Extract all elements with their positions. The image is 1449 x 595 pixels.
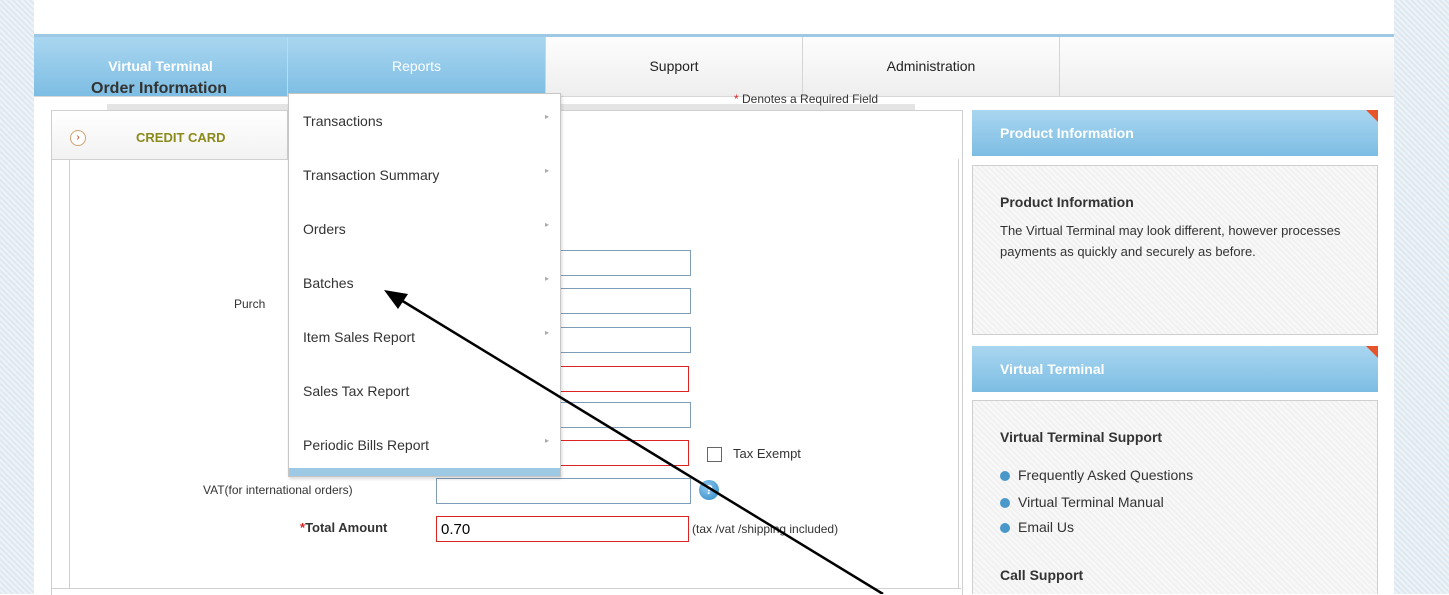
menu-item-periodic-bills-report[interactable]: Periodic Bills Report ▸ <box>289 418 560 472</box>
vat-input[interactable] <box>436 478 691 504</box>
required-note-text: Denotes a Required Field <box>742 92 879 106</box>
virtual-terminal-header: Virtual Terminal <box>972 346 1378 392</box>
main-nav: Virtual Terminal Reports Support Adminis… <box>34 34 1394 97</box>
tab-administration[interactable]: Administration <box>803 37 1060 96</box>
required-star: * <box>734 92 739 106</box>
submenu-arrow-icon: ▸ <box>545 436 550 445</box>
virtual-terminal-support-title: Virtual Terminal Support <box>1000 429 1163 445</box>
submenu-arrow-icon: ▸ <box>545 274 550 283</box>
menu-item-transactions[interactable]: Transactions ▸ <box>289 94 560 148</box>
menu-item-label: Sales Tax Report <box>303 383 410 399</box>
link-label: Virtual Terminal Manual <box>1018 494 1164 510</box>
arrow-bullet-icon <box>1000 471 1010 482</box>
total-amount-input[interactable] <box>436 516 689 542</box>
menu-item-transaction-summary[interactable]: Transaction Summary ▸ <box>289 148 560 202</box>
total-amount-label: *Total Amount <box>300 520 387 535</box>
menu-item-label: Batches <box>303 275 354 291</box>
virtual-terminal-header-text: Virtual Terminal <box>1000 361 1105 377</box>
submenu-arrow-icon: ▸ <box>545 220 550 229</box>
tab-label: Administration <box>886 58 976 74</box>
link-faq[interactable]: Frequently Asked Questions <box>1000 467 1193 483</box>
menu-item-label: Periodic Bills Report <box>303 437 430 453</box>
link-email-us[interactable]: Email Us <box>1000 519 1074 535</box>
tab-reports[interactable]: Reports <box>288 37 546 96</box>
help-icon[interactable]: ? <box>699 480 719 500</box>
total-amount-text: Total Amount <box>305 520 388 535</box>
arrow-bullet-icon <box>1000 523 1010 534</box>
order-information-title: Order Information <box>91 80 228 97</box>
menu-item-batches[interactable]: Batches ▸ <box>289 256 560 310</box>
arrow-bullet-icon <box>1000 498 1010 509</box>
total-amount-note: (tax /vat /shipping included) <box>692 522 839 536</box>
corner-accent <box>1366 346 1378 358</box>
menu-item-label: Orders <box>303 221 346 237</box>
chevron-right-icon: › <box>70 130 86 146</box>
vat-label: VAT(for international orders) <box>203 483 353 497</box>
menu-item-label: Transaction Summary <box>303 167 440 183</box>
link-label: Email Us <box>1018 519 1075 535</box>
submenu-arrow-icon: ▸ <box>545 166 550 175</box>
dropdown-footer <box>289 468 560 476</box>
required-field-note: * Denotes a Required Field <box>734 92 878 106</box>
right-background-stripe <box>1393 0 1449 594</box>
menu-item-label: Transactions <box>303 113 383 129</box>
payment-tab-label: CREDIT CARD <box>136 130 226 145</box>
reports-dropdown-menu: Transactions ▸ Transaction Summary ▸ Order… <box>288 93 561 477</box>
product-information-header: Product Information <box>972 110 1378 156</box>
virtual-terminal-box: Virtual Terminal Support Frequently Aske… <box>972 400 1378 594</box>
product-information-text: The Virtual Terminal may look different,… <box>1000 223 1341 259</box>
menu-item-orders[interactable]: Orders ▸ <box>289 202 560 256</box>
corner-accent <box>1366 110 1378 122</box>
left-background-stripe <box>0 0 34 594</box>
payment-tab-credit-card[interactable]: › CREDIT CARD <box>52 111 288 160</box>
tax-exempt-label: Tax Exempt <box>733 446 801 461</box>
tax-exempt-checkbox[interactable] <box>707 447 722 462</box>
tab-label: Support <box>649 58 699 74</box>
product-information-header-text: Product Information <box>1000 125 1134 141</box>
product-information-title: Product Information <box>1000 194 1134 210</box>
tab-label: Reports <box>391 58 442 74</box>
purchase-order-label: Purch <box>234 297 266 311</box>
menu-item-label: Item Sales Report <box>303 329 416 345</box>
tab-label: Virtual Terminal <box>108 58 213 74</box>
submenu-arrow-icon: ▸ <box>545 328 550 337</box>
product-information-box: Product Information The Virtual Terminal… <box>972 165 1378 335</box>
submenu-arrow-icon: ▸ <box>545 112 550 121</box>
link-label: Frequently Asked Questions <box>1018 467 1194 483</box>
link-manual[interactable]: Virtual Terminal Manual <box>1000 494 1164 510</box>
page: Virtual Terminal Reports Support Adminis… <box>34 0 1394 595</box>
menu-item-sales-tax-report[interactable]: Sales Tax Report <box>289 364 560 418</box>
menu-item-item-sales-report[interactable]: Item Sales Report ▸ <box>289 310 560 364</box>
call-support-title: Call Support <box>1000 567 1084 583</box>
tab-support[interactable]: Support <box>546 37 803 96</box>
